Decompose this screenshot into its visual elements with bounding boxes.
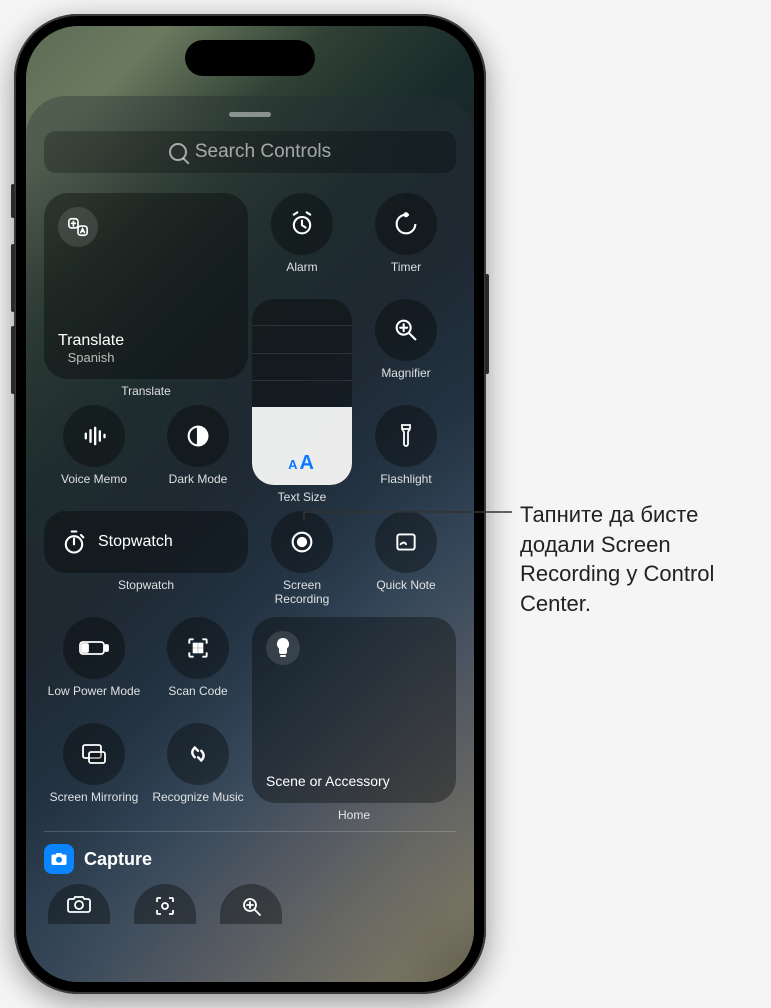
low-power-mode-icon: [63, 617, 125, 679]
low-power-mode-label: Low Power Mode: [46, 685, 143, 699]
flashlight-control[interactable]: Flashlight: [356, 405, 456, 505]
volume-down-button: [11, 326, 15, 394]
scan-code-icon: [167, 617, 229, 679]
mute-switch: [11, 184, 15, 218]
search-icon: [169, 143, 187, 161]
capture-section-title: Capture: [84, 849, 152, 870]
recognize-music-control[interactable]: Recognize Music: [148, 723, 248, 823]
side-button: [485, 274, 489, 374]
home-label: Home: [336, 809, 372, 823]
home-card-body: Scene or Accessory: [252, 617, 456, 803]
timer-control[interactable]: Timer: [356, 193, 456, 293]
translate-title: Translate: [58, 332, 124, 350]
magnifier-control[interactable]: Magnifier: [356, 299, 456, 399]
dynamic-island: [185, 40, 315, 76]
callout-text: Тапните да бисте додали Screen Recording…: [520, 500, 750, 619]
low-power-mode-control[interactable]: Low Power Mode: [44, 617, 144, 717]
translate-card-body: Translate Spanish: [44, 193, 248, 379]
stopwatch-control[interactable]: Stopwatch Stopwatch: [44, 511, 248, 611]
translate-control[interactable]: Translate Spanish Translate: [44, 193, 248, 399]
magnifier-icon: [375, 299, 437, 361]
alarm-label: Alarm: [284, 261, 319, 275]
flashlight-icon: [375, 405, 437, 467]
capture-control-2[interactable]: [134, 884, 196, 924]
camera-app-icon: [44, 844, 74, 874]
timer-icon: [375, 193, 437, 255]
search-placeholder: Search Controls: [195, 141, 331, 163]
voice-memo-icon: [63, 405, 125, 467]
section-divider: [44, 831, 456, 832]
home-control[interactable]: Scene or Accessory Home: [252, 617, 456, 823]
text-size-control[interactable]: AA Text Size: [252, 299, 352, 505]
text-size-aa-icon: AA: [288, 452, 316, 475]
translate-subtitle: Spanish: [58, 350, 124, 365]
translate-label: Translate: [119, 385, 173, 399]
scan-code-control[interactable]: Scan Code: [148, 617, 248, 717]
quick-note-icon: [375, 511, 437, 573]
capture-row: [44, 884, 456, 924]
text-size-label: Text Size: [276, 491, 329, 505]
flashlight-label: Flashlight: [378, 473, 433, 487]
recognize-music-label: Recognize Music: [150, 791, 245, 805]
stopwatch-card-body: Stopwatch: [44, 511, 248, 573]
dark-mode-icon: [167, 405, 229, 467]
screen-recording-icon: [271, 511, 333, 573]
screen: Search Controls: [26, 26, 474, 982]
voice-memo-label: Voice Memo: [59, 473, 129, 487]
quick-note-label: Quick Note: [374, 579, 437, 593]
iphone-frame: Search Controls: [14, 14, 486, 994]
controls-grid: Translate Spanish Translate Alarm: [44, 193, 456, 823]
capture-control-1[interactable]: [48, 884, 110, 924]
sheet-grabber[interactable]: [229, 112, 271, 117]
stopwatch-label: Stopwatch: [116, 579, 176, 593]
stopwatch-icon: [60, 528, 88, 556]
screen-recording-label: Screen Recording: [252, 579, 352, 607]
voice-memo-control[interactable]: Voice Memo: [44, 405, 144, 505]
home-scene-label: Scene or Accessory: [266, 773, 390, 789]
dark-mode-label: Dark Mode: [167, 473, 230, 487]
volume-up-button: [11, 244, 15, 312]
text-size-slider[interactable]: AA: [252, 299, 352, 485]
translate-icon: [58, 207, 98, 247]
lightbulb-icon: [266, 631, 300, 665]
screen-mirroring-label: Screen Mirroring: [48, 791, 141, 805]
scan-code-label: Scan Code: [166, 685, 229, 699]
capture-section-header: Capture: [44, 844, 456, 874]
capture-control-3[interactable]: [220, 884, 282, 924]
alarm-icon: [271, 193, 333, 255]
stopwatch-inline-label: Stopwatch: [98, 533, 173, 551]
screen-recording-control[interactable]: Screen Recording: [252, 511, 352, 611]
alarm-control[interactable]: Alarm: [252, 193, 352, 293]
dark-mode-control[interactable]: Dark Mode: [148, 405, 248, 505]
screen-mirroring-control[interactable]: Screen Mirroring: [44, 723, 144, 823]
search-controls-field[interactable]: Search Controls: [44, 131, 456, 173]
magnifier-label: Magnifier: [379, 367, 432, 381]
timer-label: Timer: [389, 261, 423, 275]
controls-gallery-panel: Search Controls: [26, 96, 474, 982]
shazam-icon: [167, 723, 229, 785]
quick-note-control[interactable]: Quick Note: [356, 511, 456, 611]
screen-mirroring-icon: [63, 723, 125, 785]
